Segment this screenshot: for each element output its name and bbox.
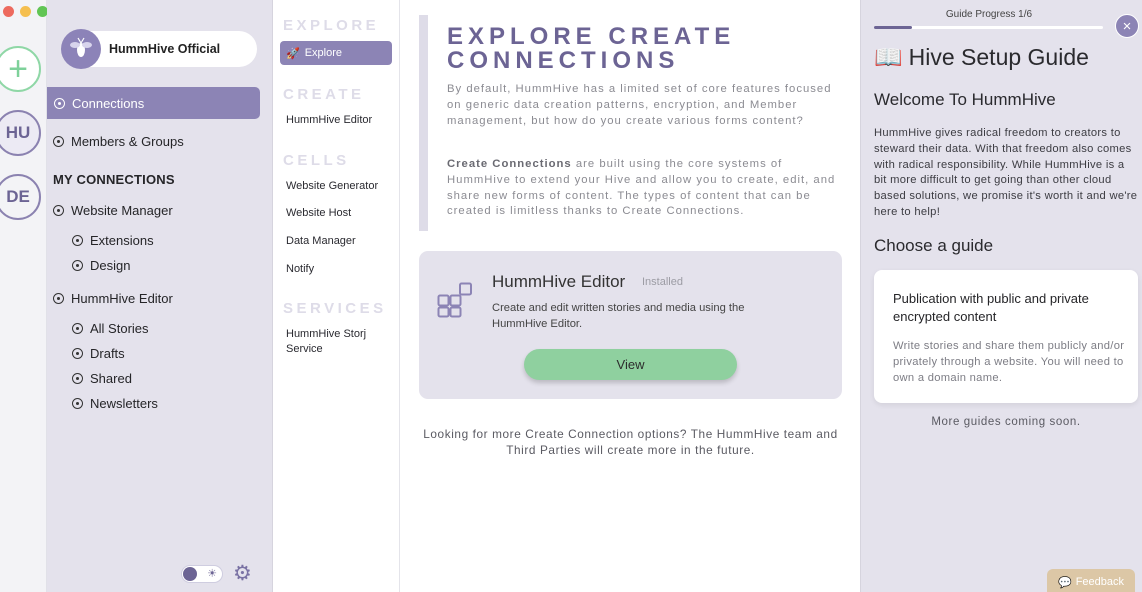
theme-toggle[interactable]: ☀ (181, 565, 223, 583)
rocket-icon: 🚀 (286, 47, 300, 60)
space-avatar-de[interactable]: DE (0, 174, 41, 220)
create-heading: CREATE (283, 86, 365, 103)
guide-option-card[interactable]: Publication with public and private encr… (874, 270, 1138, 403)
cells-link-website-host[interactable]: Website Host (286, 206, 390, 221)
my-connections-heading: MY CONNECTIONS (53, 172, 175, 187)
setup-guide-panel: Guide Progress 1/6 × 📖 Hive Setup Guide … (860, 0, 1142, 592)
connection-card: HummHive Editor Installed Create and edi… (419, 251, 842, 399)
cells-heading: CELLS (283, 152, 350, 169)
plus-icon: + (8, 49, 28, 88)
cells-link-data-manager[interactable]: Data Manager (286, 234, 390, 249)
guide-welcome-heading: Welcome To HummHive (874, 90, 1056, 109)
guide-title: 📖 Hive Setup Guide (874, 44, 1089, 71)
sidebar-item-label: Extensions (90, 232, 154, 248)
view-button[interactable]: View (524, 349, 737, 380)
window-controls (3, 6, 48, 17)
sidebar-item-label: HummHive Editor (71, 290, 173, 306)
sidebar-item-hummhive-editor[interactable]: HummHive Editor (53, 286, 173, 310)
bullet-icon (53, 135, 64, 147)
close-window-button[interactable] (3, 6, 14, 17)
sidebar-item-label: Members & Groups (71, 133, 184, 149)
more-connections-note: Looking for more Create Connection optio… (423, 427, 838, 457)
toggle-knob (183, 567, 197, 581)
guide-option-title: Publication with public and private encr… (893, 291, 1089, 324)
intro-paragraph: By default, HummHive has a limited set o… (447, 83, 832, 127)
bullet-icon (53, 204, 64, 216)
services-heading: SERVICES (283, 300, 387, 317)
bullet-icon (72, 259, 83, 271)
sidebar-item-members-groups[interactable]: Members & Groups (53, 129, 184, 153)
sidebar-item-connections[interactable]: Connections (47, 87, 260, 119)
bullet-icon (72, 347, 83, 359)
bullet-icon (54, 97, 65, 109)
bullet-icon (72, 397, 83, 409)
feedback-label: Feedback (1075, 576, 1124, 588)
main-content: EXPLORE CREATE CONNECTIONS By default, H… (401, 0, 859, 592)
guide-intro: HummHive gives radical freedom to creato… (874, 127, 1138, 218)
explore-heading: EXPLORE (283, 17, 380, 34)
sidebar-item-all-stories[interactable]: All Stories (72, 316, 149, 340)
sun-icon: ☀ (207, 568, 217, 580)
create-connections-strong: Create Connections (447, 158, 572, 170)
page-title: EXPLORE CREATE CONNECTIONS (447, 23, 736, 74)
gear-icon[interactable]: ⚙ (233, 563, 252, 584)
sidebar-item-label: Drafts (90, 345, 125, 361)
choose-guide-heading: Choose a guide (874, 236, 994, 255)
close-icon: × (1122, 17, 1132, 35)
accent-bar (419, 15, 428, 231)
explore-button[interactable]: 🚀 Explore (280, 41, 392, 65)
bullet-icon (72, 234, 83, 246)
guide-progress-label: Guide Progress 1/6 (945, 9, 1033, 20)
minimize-window-button[interactable] (20, 6, 31, 17)
sidebar-item-newsletters[interactable]: Newsletters (72, 391, 158, 415)
chat-icon: 💬 (1057, 576, 1072, 589)
sidebar-item-shared[interactable]: Shared (72, 366, 132, 390)
sidebar-item-label: Website Manager (71, 202, 173, 218)
explore-nav: EXPLORE 🚀 Explore CREATE HummHive Editor… (274, 0, 400, 592)
sidebar-item-label: All Stories (90, 320, 149, 336)
grid-icon (437, 282, 472, 318)
bullet-icon (72, 372, 83, 384)
create-link-hummhive-editor[interactable]: HummHive Editor (286, 113, 390, 128)
hive-name: HummHive Official (109, 42, 221, 56)
hive-selector[interactable]: HummHive Official (61, 29, 257, 69)
sidebar-item-label: Connections (72, 95, 145, 111)
guide-title-text: Hive Setup Guide (908, 44, 1089, 70)
book-icon: 📖 (874, 44, 903, 70)
sidebar-footer: ☀ ⚙ (181, 563, 252, 584)
feedback-button[interactable]: 💬 Feedback (1047, 569, 1135, 592)
installed-badge: Installed (642, 276, 683, 288)
hive-logo-icon (61, 29, 101, 69)
sidebar-item-design[interactable]: Design (72, 253, 130, 277)
add-hive-button[interactable]: + (0, 46, 41, 92)
services-link-storj[interactable]: HummHive Storj Service (286, 327, 390, 357)
spaces-rail: + HU DE (0, 0, 48, 592)
sidebar-item-label: Newsletters (90, 395, 158, 411)
sidebar-item-website-manager[interactable]: Website Manager (53, 198, 173, 222)
sidebar: HummHive Official Connections Members & … (47, 0, 273, 592)
sidebar-item-extensions[interactable]: Extensions (72, 228, 154, 252)
guide-progress-bar (874, 26, 1103, 29)
space-avatar-hu[interactable]: HU (0, 110, 41, 156)
cells-link-notify[interactable]: Notify (286, 262, 390, 277)
sidebar-item-label: Design (90, 257, 131, 273)
guide-option-description: Write stories and share them publicly an… (893, 340, 1125, 384)
card-description: Create and edit written stories and medi… (492, 302, 745, 330)
bullet-icon (72, 322, 83, 334)
sidebar-item-label: Shared (90, 370, 132, 386)
cells-link-website-generator[interactable]: Website Generator (286, 179, 390, 194)
sidebar-item-drafts[interactable]: Drafts (72, 341, 125, 365)
more-guides-note: More guides coming soon. (931, 416, 1081, 428)
guide-progress-fill (874, 26, 913, 29)
explore-button-label: Explore (304, 47, 342, 59)
body-paragraph: Create Connections are built using the c… (447, 157, 837, 220)
close-guide-button[interactable]: × (1115, 14, 1139, 38)
bullet-icon (53, 292, 64, 304)
card-title: HummHive Editor (492, 272, 626, 291)
